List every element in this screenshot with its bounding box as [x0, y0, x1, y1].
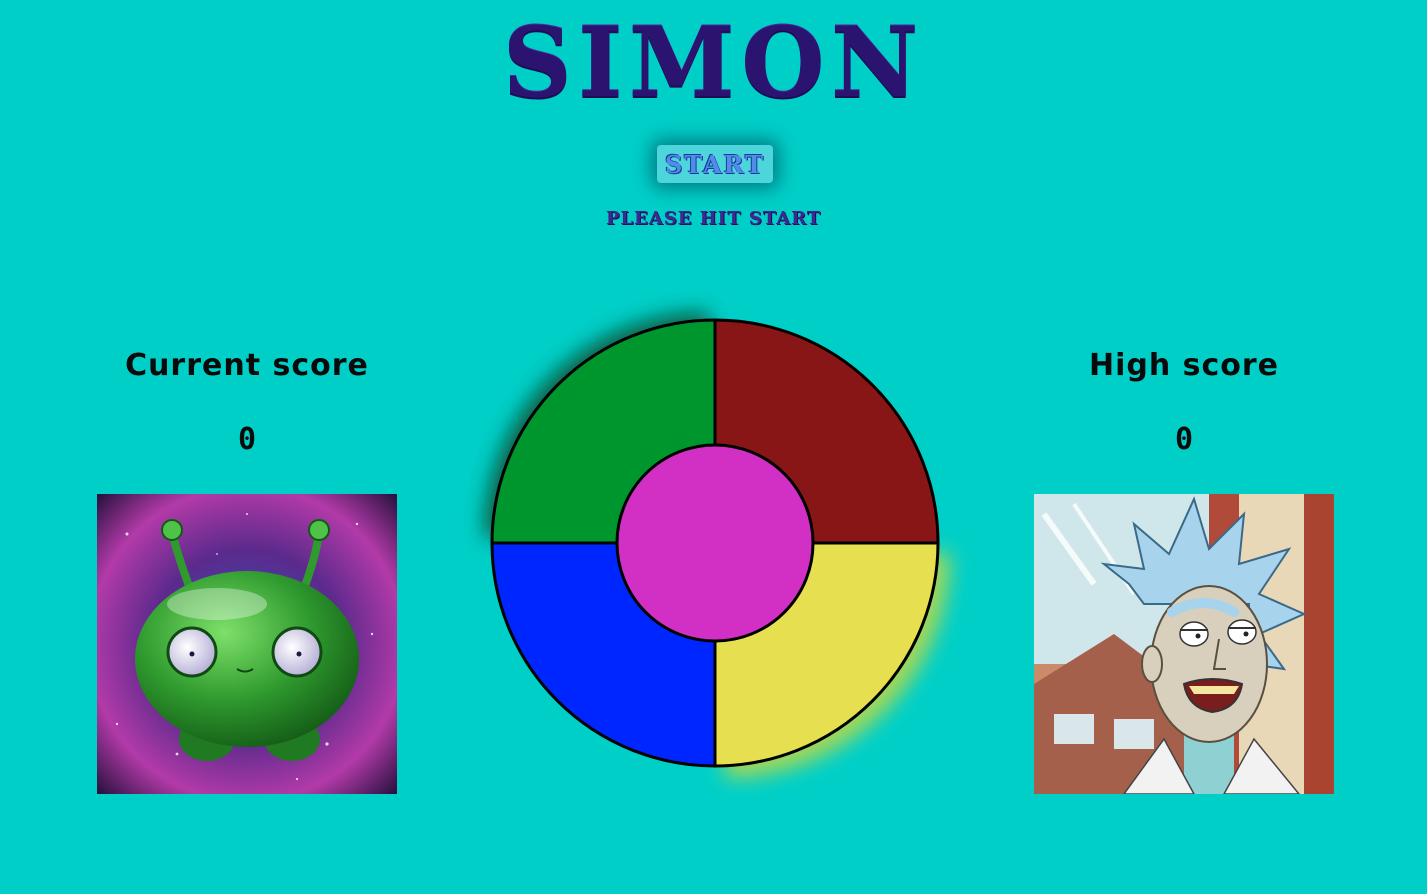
- start-button[interactable]: START: [657, 145, 773, 183]
- simon-board-svg: [484, 312, 950, 778]
- high-score-value: 0: [1174, 422, 1194, 457]
- simon-game-page: SIMON START PLEASE HIT START Current sco…: [0, 0, 1427, 894]
- scientist-cartoon-image: [1034, 494, 1334, 794]
- left-avatar-image: [97, 494, 397, 794]
- center-disc: [615, 443, 815, 643]
- current-score-value: 0: [237, 422, 257, 457]
- current-score-label: Current score: [125, 348, 369, 383]
- high-score-label: High score: [1088, 348, 1280, 383]
- game-title: SIMON: [502, 6, 925, 119]
- simon-board: [484, 312, 950, 778]
- status-message: PLEASE HIT START: [605, 208, 822, 229]
- right-avatar-image: [1034, 494, 1334, 794]
- green-alien-image: [97, 494, 397, 794]
